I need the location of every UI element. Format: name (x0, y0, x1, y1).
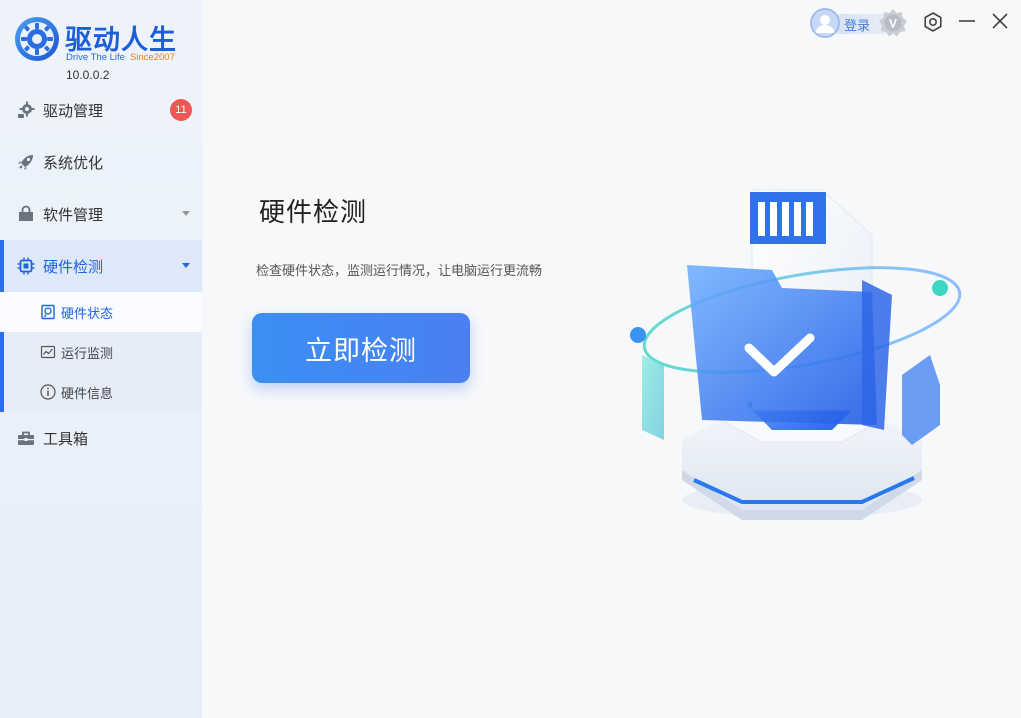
app-subtitle: Drive The Life Since2007 (66, 52, 175, 63)
subnav-item-label: 硬件信息 (61, 386, 114, 402)
main-content: 硬件检测 检查硬件状态，监测运行情况，让电脑运行更流畅 立即检测 (202, 0, 1021, 718)
subnav-item-hardware-status[interactable]: 硬件状态 (0, 292, 202, 332)
start-detect-button[interactable]: 立即检测 (252, 313, 470, 383)
logo-gear-icon (15, 17, 59, 61)
sidebar-item-label: 驱动管理 (43, 101, 104, 120)
subnav-item-runtime-monitor[interactable]: 运行监测 (0, 332, 202, 372)
hardware-check-illustration (630, 189, 962, 520)
app-version: 10.0.0.2 (66, 68, 110, 82)
toolbox-icon (16, 428, 36, 448)
chip-icon (16, 256, 36, 276)
subnav-item-label: 硬件状态 (61, 306, 114, 322)
sidebar-item-label: 软件管理 (43, 205, 104, 224)
sidebar-item-system-optimize[interactable]: 系统优化 (0, 136, 202, 188)
monitor-chart-icon (40, 344, 56, 360)
info-icon (40, 384, 56, 400)
chevron-down-icon (182, 211, 190, 216)
sidebar-nav: 驱动管理 11 系统优化 软件管理 硬件检测 硬件状态 运行监测 硬件信息 工具… (0, 84, 202, 464)
subnav-item-label: 运行监测 (61, 346, 114, 362)
app-window: 驱动人生 Drive The Life Since2007 10.0.0.2 驱动… (0, 0, 1021, 718)
sidebar-item-software-management[interactable]: 软件管理 (0, 188, 202, 240)
hardware-status-icon (40, 304, 56, 320)
sidebar-item-driver-management[interactable]: 驱动管理 11 (0, 84, 202, 136)
sidebar-item-label: 硬件检测 (43, 257, 104, 276)
chevron-down-icon (182, 263, 190, 268)
bag-icon (16, 204, 36, 224)
gear-chip-icon (16, 100, 36, 120)
app-since: Since2007 (129, 52, 175, 63)
rocket-icon (16, 152, 36, 172)
page-description: 检查硬件状态，监测运行情况，让电脑运行更流畅 (256, 264, 543, 279)
page-title: 硬件检测 (259, 198, 368, 228)
sidebar-item-hardware-detect[interactable]: 硬件检测 (0, 240, 202, 292)
sidebar: 驱动人生 Drive The Life Since2007 10.0.0.2 驱动… (0, 0, 202, 718)
app-subtitle-text: Drive The Life (66, 52, 125, 63)
notification-badge: 11 (170, 99, 192, 121)
subnav-item-hardware-info[interactable]: 硬件信息 (0, 372, 202, 412)
sidebar-item-label: 系统优化 (43, 153, 104, 172)
sidebar-item-label: 工具箱 (43, 429, 89, 448)
hardware-subnav: 硬件状态 运行监测 硬件信息 (0, 240, 202, 412)
app-logo: 驱动人生 Drive The Life Since2007 10.0.0.2 (14, 14, 199, 84)
sidebar-item-toolbox[interactable]: 工具箱 (0, 412, 202, 464)
